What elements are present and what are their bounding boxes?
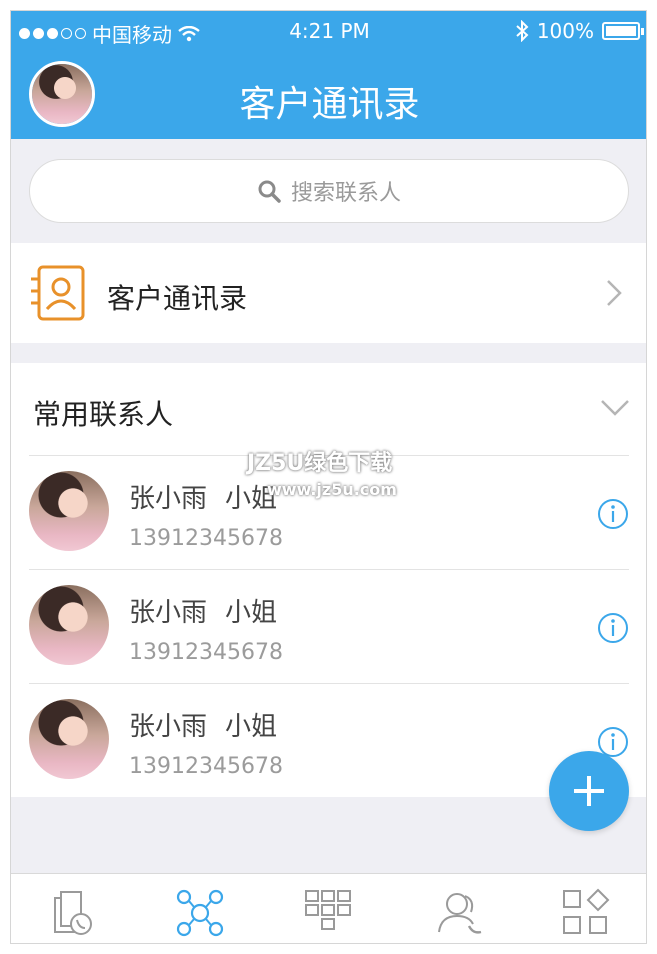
people-call-icon[interactable] [435,888,485,938]
favorites-section: 常用联系人 张小雨 小姐 13912345678 张小雨 小姐 1391234567… [11,363,646,797]
battery-percent: 100% [536,19,594,43]
address-book-icon [31,265,85,321]
chevron-down-icon[interactable] [600,397,630,419]
bluetooth-icon [516,20,529,42]
customer-directory-row[interactable]: 客户通讯录 [11,243,646,343]
contact-row[interactable]: 张小雨 小姐 13912345678 [29,569,629,683]
search-input[interactable]: 搜索联系人 [29,159,629,223]
phone-screen: 中国移动 4:21 PM 100% 客户通讯录 搜索联系人 客户通讯录 常用联系… [10,10,647,944]
dialpad-icon[interactable] [303,888,353,938]
search-icon [258,180,281,203]
contact-avatar [29,471,109,551]
contact-name: 张小雨 小姐 [129,712,278,742]
info-icon[interactable] [597,498,629,530]
nav-bar: 客户通讯录 [11,49,646,139]
plus-icon [574,776,604,806]
contact-phone: 13912345678 [129,640,283,665]
contact-phone: 13912345678 [129,754,283,779]
chevron-right-icon [607,280,622,306]
contact-avatar [29,699,109,779]
contact-name: 张小雨 小姐 [129,598,278,628]
call-log-icon[interactable] [49,888,99,938]
battery-icon [602,22,644,40]
contact-avatar [29,585,109,665]
page-title: 客户通讯录 [239,84,420,125]
watermark: JZ5U绿色下载 www.jz5u.com [247,451,397,499]
contacts-network-icon[interactable] [175,888,225,938]
directory-label: 客户通讯录 [107,282,248,315]
status-bar: 中国移动 4:21 PM 100% [11,11,646,49]
tab-bar [11,873,646,943]
info-icon[interactable] [597,612,629,644]
contact-phone: 13912345678 [129,526,283,551]
favorites-title: 常用联系人 [33,398,174,431]
add-contact-button[interactable] [549,751,629,831]
apps-grid-icon[interactable] [561,888,611,938]
search-placeholder: 搜索联系人 [290,181,401,206]
contact-row[interactable]: 张小雨 小姐 13912345678 [29,683,629,797]
status-right: 100% [515,19,644,43]
